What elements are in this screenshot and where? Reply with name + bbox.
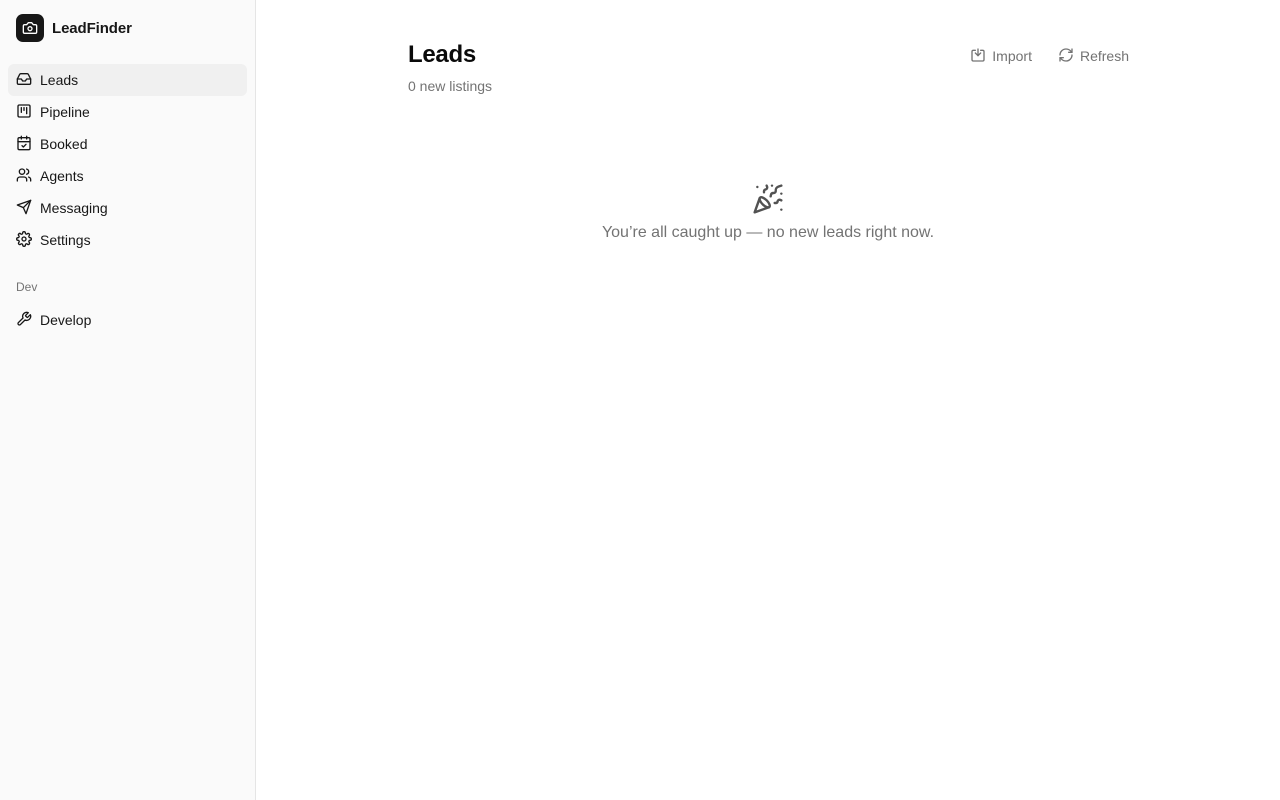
calendar-check-icon (16, 135, 32, 154)
sidebar-item-label: Booked (40, 136, 88, 152)
main-content: Leads 0 new listings Import Refresh You’… (256, 0, 1280, 800)
sidebar-item-label: Leads (40, 72, 79, 88)
header-actions: Import Refresh (970, 44, 1129, 68)
camera-icon (16, 14, 44, 42)
sidebar-item-develop[interactable]: Develop (8, 304, 247, 336)
sidebar-item-label: Messaging (40, 200, 108, 216)
inbox-icon (16, 71, 32, 90)
sidebar-item-leads[interactable]: Leads (8, 64, 247, 96)
sidebar-item-agents[interactable]: Agents (8, 160, 247, 192)
import-button[interactable]: Import (970, 47, 1032, 66)
sidebar: LeadFinder Leads Pipeline Booked Agents … (0, 0, 256, 800)
brand[interactable]: LeadFinder (16, 14, 132, 42)
users-icon (16, 167, 32, 186)
section-label-dev: Dev (16, 280, 38, 294)
empty-state-message: You’re all caught up — no new leads righ… (601, 224, 935, 241)
sidebar-item-label: Pipeline (40, 104, 90, 120)
sidebar-item-label: Develop (40, 312, 92, 328)
main-nav: Leads Pipeline Booked Agents Messaging S… (8, 64, 247, 256)
sidebar-item-booked[interactable]: Booked (8, 128, 247, 160)
wrench-icon (16, 311, 32, 330)
kanban-icon (16, 103, 32, 122)
party-popper-icon (752, 182, 784, 216)
sidebar-item-messaging[interactable]: Messaging (8, 192, 247, 224)
dev-nav: Develop (8, 304, 247, 336)
sidebar-item-pipeline[interactable]: Pipeline (8, 96, 247, 128)
send-icon (16, 199, 32, 218)
import-icon (970, 47, 986, 66)
gear-icon (16, 230, 32, 250)
app-name: LeadFinder (52, 19, 132, 37)
empty-state: You’re all caught up — no new leads righ… (408, 182, 1128, 242)
sidebar-item-settings[interactable]: Settings (8, 224, 247, 256)
page-subtitle: 0 new listings (408, 78, 493, 94)
sidebar-item-label: Settings (40, 232, 91, 248)
sidebar-item-label: Agents (40, 168, 84, 184)
refresh-button[interactable]: Refresh (1058, 47, 1129, 66)
page-title: Leads (408, 41, 476, 68)
import-label: Import (992, 48, 1032, 64)
refresh-icon (1058, 47, 1074, 66)
refresh-label: Refresh (1079, 48, 1129, 64)
